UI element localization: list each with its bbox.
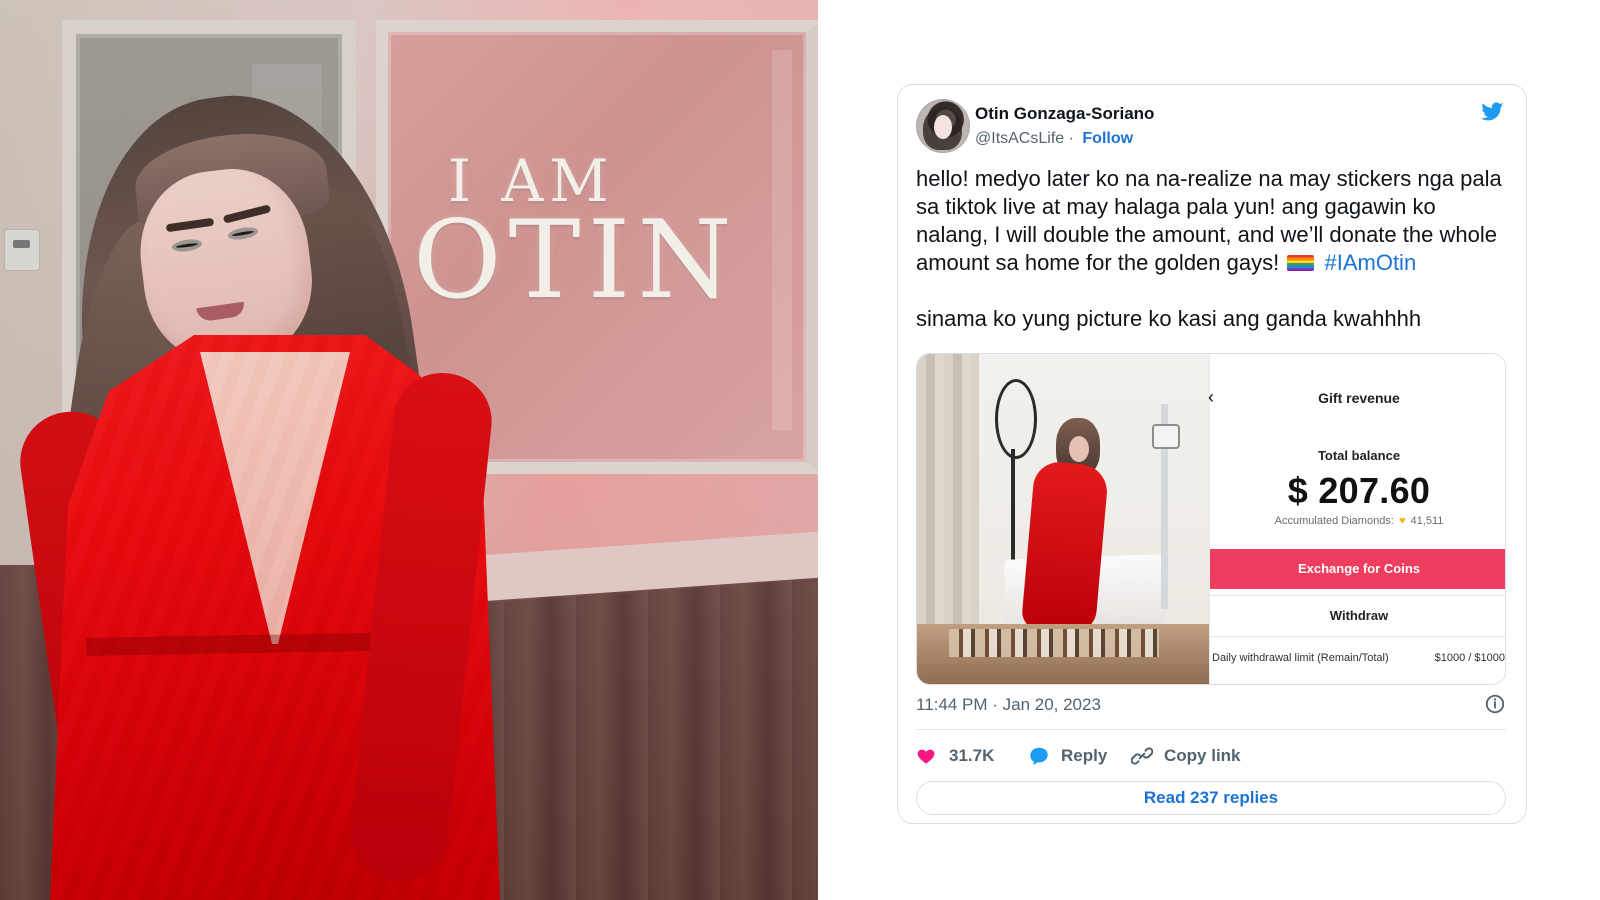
author-handle[interactable]: @ItsACsLife	[975, 130, 1064, 147]
tweet-timestamp[interactable]: 11:44 PM · Jan 20, 2023	[916, 695, 1101, 715]
balance-value: $ 207.60	[1287, 470, 1431, 511]
person-in-red-dress	[0, 0, 818, 900]
author-info: Otin Gonzaga-Soriano @ItsACsLife · Follo…	[975, 104, 1335, 152]
vanity-table	[917, 624, 1209, 684]
tweet-card: Otin Gonzaga-Soriano @ItsACsLife · Follo…	[897, 84, 1527, 824]
withdraw-label: Withdraw	[1329, 608, 1389, 623]
tweet-text: hello! medyo later ko na na-realize na m…	[916, 165, 1506, 333]
tweet-header: Otin Gonzaga-Soriano @ItsACsLife · Follo…	[916, 99, 1506, 155]
tiktok-revenue-screenshot: ‹ Gift revenue Total balance $ 207.60 Ac…	[1208, 354, 1505, 684]
gift-revenue-title: Gift revenue	[1318, 390, 1400, 406]
tweet-paragraph-2: sinama ko yung picture ko kasi ang ganda…	[916, 306, 1422, 331]
twitter-bird-icon[interactable]	[1478, 100, 1506, 124]
ring-light	[995, 379, 1037, 459]
like-count: 31.7K	[949, 746, 995, 765]
tweet-media[interactable]: ‹ Gift revenue Total balance $ 207.60 Ac…	[916, 353, 1506, 685]
rainbow-flag-icon	[1287, 255, 1315, 271]
read-replies-button[interactable]: Read 237 replies	[916, 781, 1506, 815]
heart-icon	[917, 749, 935, 765]
tweet-separator	[916, 729, 1506, 730]
tweet-paragraph-1: hello! medyo later ko na na-realize na m…	[916, 165, 1506, 277]
revenue-divider-bottom	[1210, 636, 1505, 637]
separator-dot: ·	[1068, 130, 1079, 147]
total-balance-label: Total balance	[1317, 448, 1401, 463]
reply-bubble-icon	[1030, 747, 1048, 766]
selfie-person-face	[1069, 436, 1089, 462]
diamond-heart-icon: ♥	[1398, 515, 1406, 527]
phone-tripod	[1142, 404, 1190, 644]
tweet-actions: 31.7K Reply Copy link	[916, 742, 1506, 770]
revenue-divider-top	[1210, 595, 1505, 596]
copy-link-label: Copy link	[1164, 746, 1241, 765]
diamonds-line: Accumulated Diamonds: ♥ 41,511	[1210, 515, 1505, 527]
handle-line: @ItsACsLife · Follow	[975, 129, 1133, 149]
diamonds-label: Accumulated Diamonds:	[1274, 515, 1394, 527]
hashtag-link[interactable]: #IAmOtin	[1324, 250, 1416, 275]
follow-link[interactable]: Follow	[1082, 130, 1133, 147]
like-button[interactable]: 31.7K	[916, 742, 994, 770]
selfie-person-red-blazer	[1020, 460, 1110, 635]
reply-label: Reply	[1061, 746, 1108, 765]
display-name[interactable]: Otin Gonzaga-Soriano	[975, 104, 1154, 124]
page: I AM OTIN Otin Gonzaga-Soriano @ItsACsLi…	[0, 0, 1600, 900]
withdrawal-limit-value: $1000 / $1000	[1434, 652, 1505, 664]
link-icon	[1131, 747, 1153, 765]
copy-link-button[interactable]: Copy link	[1131, 742, 1241, 770]
left-photo: I AM OTIN	[0, 0, 818, 900]
info-icon[interactable]	[1484, 693, 1506, 715]
withdrawal-limit-label: Daily withdrawal limit (Remain/Total)	[1212, 652, 1389, 664]
diamonds-value: 41,511	[1410, 515, 1444, 527]
exchange-for-coins-button: Exchange for Coins	[1210, 549, 1505, 589]
mirror-selfie-image	[917, 354, 1209, 684]
avatar[interactable]	[916, 99, 970, 153]
reply-button[interactable]: Reply	[1028, 742, 1107, 770]
timestamp-row: 11:44 PM · Jan 20, 2023	[916, 690, 1506, 718]
